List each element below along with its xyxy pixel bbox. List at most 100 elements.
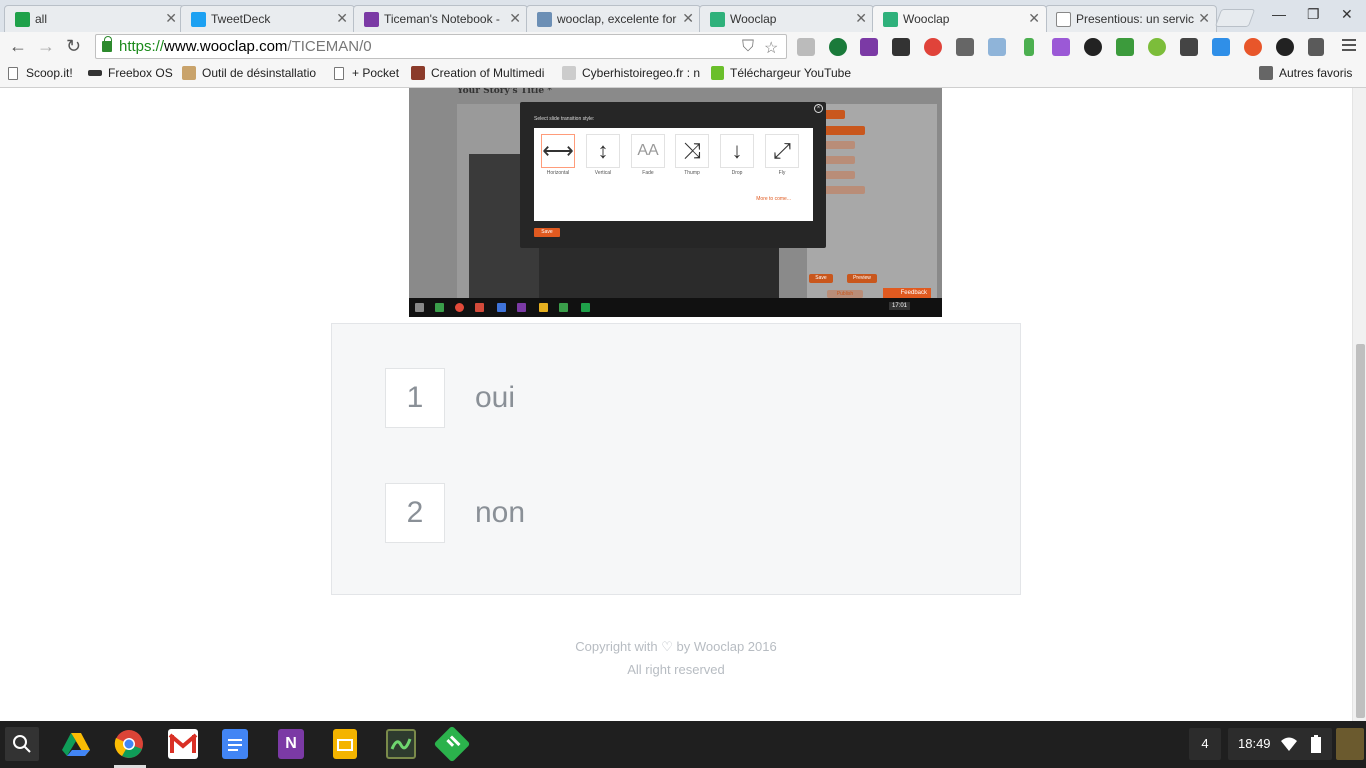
footer-rights: All right reserved	[627, 662, 725, 677]
wooclap-icon	[710, 12, 725, 27]
camera-icon[interactable]	[988, 38, 1006, 56]
article-icon	[537, 12, 552, 27]
restore-icon[interactable]: ❐	[1307, 6, 1320, 23]
uninstall-icon	[182, 66, 196, 80]
close-tab-icon[interactable]: ✕	[855, 10, 867, 27]
launcher-button[interactable]	[5, 727, 39, 761]
search-icon	[415, 303, 424, 312]
onenote-icon[interactable]	[860, 38, 878, 56]
system-tray[interactable]: 18:49	[1228, 728, 1332, 760]
fade-icon: AA	[631, 134, 665, 168]
slides-app[interactable]	[333, 729, 357, 759]
reload-icon[interactable]: ↻	[66, 37, 81, 55]
bookmark-freebox[interactable]: Freebox OS	[88, 66, 173, 80]
fish-icon[interactable]	[1276, 38, 1294, 56]
bookmark-uninstall[interactable]: Outil de désinstallatio	[182, 66, 322, 80]
bookmark-youtube-downloader[interactable]: Téléchargeur YouTube	[711, 66, 851, 80]
multimedia-icon	[411, 66, 425, 80]
tab-wooclap-1[interactable]: Wooclap ✕	[699, 5, 874, 32]
page-scrollbar[interactable]	[1352, 88, 1366, 721]
shield-icon[interactable]: ⛉	[742, 38, 754, 56]
bookmark-cyberhistoire[interactable]: Cyberhistoiregeo.fr : n	[562, 66, 702, 80]
docs-icon	[497, 303, 506, 312]
tab-tweetdeck[interactable]: TweetDeck ✕	[180, 5, 355, 32]
gmail-icon	[475, 303, 484, 312]
answer-option[interactable]: 2 non	[385, 483, 525, 543]
scrollbar-thumb[interactable]	[1356, 344, 1365, 718]
bookmark-star-icon[interactable]: ☆	[764, 38, 778, 58]
bookmark-pocket[interactable]: + Pocket	[334, 66, 399, 80]
side-panel: Save Preview Publish	[807, 104, 937, 298]
bear-icon[interactable]	[1212, 38, 1230, 56]
docs-icon	[228, 739, 242, 751]
modal-title: Select slide transition style:	[534, 116, 595, 122]
transition-horizontal: ⟷ Horizontal	[541, 134, 575, 176]
clock: 18:49	[1238, 736, 1271, 751]
firefox-icon[interactable]	[1244, 38, 1262, 56]
evernote-icon[interactable]	[829, 38, 847, 56]
lastpass-icon[interactable]	[924, 38, 942, 56]
fly-arrow-icon: ⤢	[765, 134, 799, 168]
bookmark-creation-multimedia[interactable]: Creation of Multimedi	[411, 66, 551, 80]
print-icon[interactable]	[1116, 38, 1134, 56]
close-tab-icon[interactable]: ✕	[682, 10, 694, 27]
extension-icon[interactable]	[797, 38, 815, 56]
menu-icon[interactable]	[1342, 39, 1356, 54]
feedly-icon	[15, 12, 30, 27]
download-icon	[711, 66, 725, 80]
gmail-app[interactable]	[168, 729, 198, 759]
user-avatar[interactable]	[1336, 728, 1364, 760]
page-icon	[8, 66, 18, 80]
close-window-icon[interactable]: ✕	[1341, 6, 1353, 23]
bookmark-scoopit[interactable]: Scoop.it!	[8, 66, 73, 80]
bookmark-other-folder[interactable]: Autres favoris	[1259, 66, 1352, 80]
tab-wooclap-article[interactable]: wooclap, excelente for ✕	[526, 5, 701, 32]
address-bar[interactable]: https://www.wooclap.com/TICEMAN/0 ⛉ ☆	[95, 34, 787, 59]
transition-modal: Select slide transition style: × ⟷ Horiz…	[520, 102, 826, 248]
film-icon[interactable]	[892, 38, 910, 56]
onenote-app[interactable]: N	[278, 729, 304, 759]
url-text: https://www.wooclap.com/TICEMAN/0	[119, 38, 372, 55]
battery-icon	[1311, 735, 1321, 753]
close-tab-icon[interactable]: ✕	[1028, 10, 1040, 27]
chat-icon[interactable]	[1180, 38, 1198, 56]
wooclap-icon	[883, 12, 898, 27]
search-icon	[13, 735, 31, 753]
docs-app[interactable]	[222, 729, 248, 759]
answer-option[interactable]: 1 oui	[385, 368, 515, 428]
close-tab-icon[interactable]: ✕	[1198, 10, 1210, 27]
drive-app[interactable]	[61, 729, 91, 759]
horizontal-arrow-icon: ⟷	[541, 134, 575, 168]
new-tab-button[interactable]	[1214, 9, 1256, 27]
close-tab-icon[interactable]: ✕	[336, 10, 348, 27]
minimize-icon[interactable]: —	[1272, 6, 1286, 22]
feather-icon[interactable]	[1052, 38, 1070, 56]
notification-badge[interactable]: 4	[1189, 728, 1221, 760]
chrome-app[interactable]	[114, 729, 144, 759]
pin-icon[interactable]	[1024, 38, 1034, 56]
clipper-icon[interactable]	[956, 38, 974, 56]
green-circle-icon[interactable]	[1148, 38, 1166, 56]
color-picker-icon[interactable]	[1084, 38, 1102, 56]
close-tab-icon[interactable]: ✕	[509, 10, 521, 27]
vertical-arrow-icon: ↕	[586, 134, 620, 168]
tab-wooclap-active[interactable]: Wooclap ✕	[872, 5, 1047, 32]
tab-onenote[interactable]: Ticeman's Notebook - ✕	[353, 5, 528, 32]
answer-number: 2	[385, 483, 445, 543]
pen-icon[interactable]	[1308, 38, 1324, 56]
tab-all[interactable]: all ✕	[4, 5, 184, 32]
page-icon	[1056, 12, 1071, 27]
green-app[interactable]	[386, 729, 416, 759]
tab-presentious[interactable]: Presentious: un servic ✕	[1045, 5, 1217, 32]
chrome-icon	[455, 303, 464, 312]
forward-icon[interactable]: →	[37, 37, 55, 55]
answer-text: non	[475, 496, 526, 529]
feedly-icon	[581, 303, 590, 312]
close-icon: ×	[814, 104, 823, 113]
wave-app-icon	[390, 738, 412, 750]
back-icon[interactable]: ←	[9, 37, 27, 55]
close-tab-icon[interactable]: ✕	[165, 10, 177, 27]
transition-thump: ⤨ Thump	[675, 134, 709, 176]
page-icon	[334, 66, 344, 80]
twitter-icon	[191, 12, 206, 27]
